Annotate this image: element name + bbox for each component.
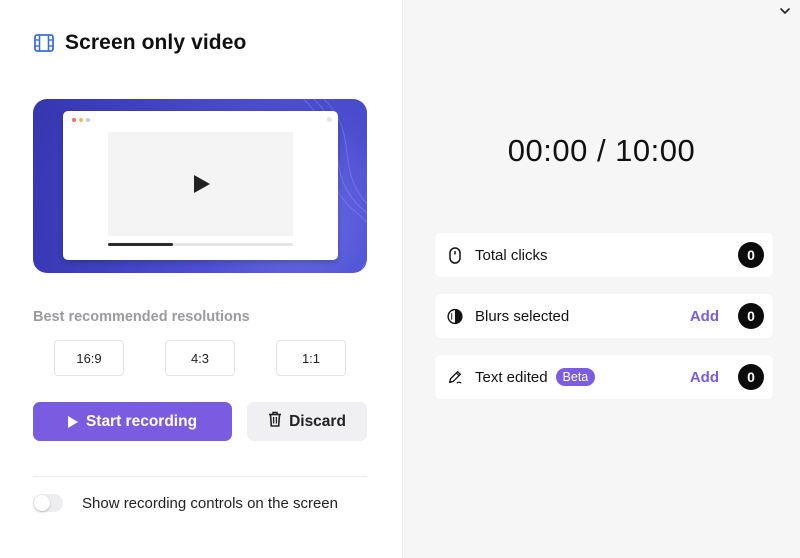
blur-icon — [447, 307, 463, 325]
mouse-icon — [447, 246, 463, 264]
text-edited-count: 0 — [738, 364, 764, 390]
beta-badge: Beta — [555, 368, 596, 386]
blurs-selected-count: 0 — [738, 303, 764, 329]
start-recording-label: Start recording — [85, 412, 198, 430]
show-controls-label: Show recording controls on the screen — [82, 495, 338, 512]
play-icon[interactable] — [194, 175, 210, 193]
recording-timer: 00:00 / 10:00 — [507, 133, 696, 168]
divider — [33, 476, 367, 477]
browser-mockup — [63, 111, 338, 260]
resolution-1-1-button[interactable]: 1:1 — [276, 340, 346, 376]
start-recording-button[interactable]: Start recording — [33, 402, 232, 441]
window-dots — [72, 118, 90, 122]
right-panel: 00:00 / 10:00 Total clicks 0 Blurs selec… — [403, 0, 800, 558]
resolution-16-9-button[interactable]: 16:9 — [54, 340, 124, 376]
video-preview[interactable] — [33, 99, 367, 273]
blurs-selected-row: Blurs selected Add 0 — [435, 294, 773, 338]
toggle-knob — [34, 495, 50, 511]
add-blur-button[interactable]: Add — [690, 308, 719, 325]
chevron-down-icon[interactable] — [778, 4, 792, 18]
blurs-selected-label: Blurs selected — [475, 307, 570, 325]
page-title: Screen only video — [65, 31, 247, 54]
add-text-button[interactable]: Add — [690, 369, 719, 386]
resolutions-label: Best recommended resolutions — [33, 309, 250, 325]
left-panel: Screen only video Best recommended resol… — [0, 0, 403, 558]
discard-button[interactable]: Discard — [247, 402, 367, 441]
trash-icon — [268, 411, 282, 432]
text-edited-label: Text edited — [475, 368, 548, 386]
total-clicks-label: Total clicks — [475, 246, 548, 264]
total-clicks-count: 0 — [738, 242, 764, 268]
discard-label: Discard — [289, 412, 346, 430]
pen-icon — [447, 368, 463, 386]
text-edited-row: Text edited Beta Add 0 — [435, 355, 773, 399]
play-icon — [67, 415, 78, 428]
film-icon — [33, 32, 55, 54]
progress-track[interactable] — [108, 243, 293, 246]
browser-menu-dot — [327, 117, 332, 122]
total-clicks-row: Total clicks 0 — [435, 233, 773, 277]
resolution-4-3-button[interactable]: 4:3 — [165, 340, 235, 376]
title-row: Screen only video — [33, 30, 246, 56]
show-controls-toggle[interactable] — [33, 494, 63, 512]
progress-fill — [108, 243, 173, 246]
